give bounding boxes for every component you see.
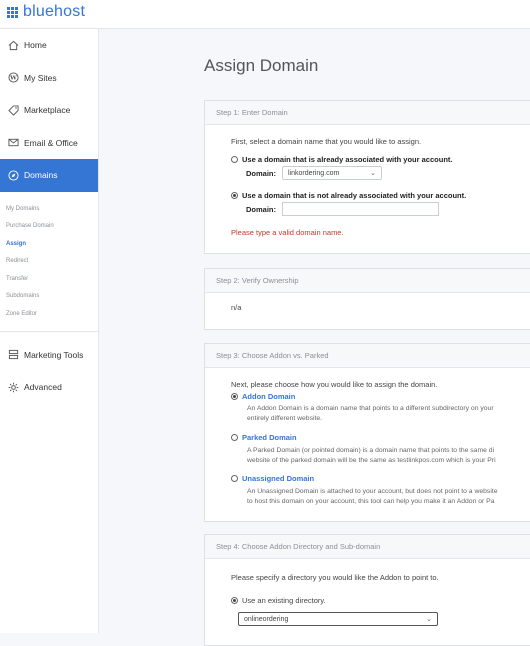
directory-select-value: onlineordering: [244, 616, 289, 623]
new-domain-input[interactable]: [282, 202, 439, 216]
tag-icon: [7, 104, 19, 116]
sidebar-item-marketing-tools[interactable]: Marketing Tools: [0, 339, 98, 372]
directory-select[interactable]: onlineordering ⌄: [238, 612, 438, 626]
logo-grid-icon: [7, 6, 18, 18]
step2-heading: Step 2: Verify Ownership: [205, 269, 530, 293]
step1-intro: First, select a domain name that you wou…: [231, 137, 422, 146]
subnav-purchase-domain[interactable]: Purchase Domain: [6, 218, 98, 236]
unassigned-desc-line1: An Unassigned Domain is attached to your…: [247, 488, 498, 495]
parked-desc-line1: A Parked Domain (or pointed domain) is a…: [247, 447, 495, 454]
parked-radio[interactable]: [231, 433, 238, 441]
unassigned-option[interactable]: Unassigned Domain: [231, 474, 314, 483]
option2-domain-label: Domain:: [246, 205, 276, 214]
step4-intro: Please specify a directory you would lik…: [231, 573, 439, 582]
unassigned-domain-link[interactable]: Unassigned Domain: [242, 474, 314, 483]
sidebar-item-marketplace[interactable]: Marketplace: [0, 94, 98, 127]
unassigned-radio[interactable]: [231, 474, 238, 482]
ownership-value: n/a: [231, 303, 242, 312]
step3-intro: Next, please choose how you would like t…: [231, 380, 438, 389]
option2-radio[interactable]: [231, 191, 238, 199]
sidebar-item-label: My Sites: [24, 72, 57, 83]
compass-icon: [7, 169, 19, 181]
parked-domain-link[interactable]: Parked Domain: [242, 433, 297, 442]
subnav-my-domains[interactable]: My Domains: [6, 201, 98, 219]
parked-desc-line2: website of the parked domain will be the…: [247, 457, 496, 464]
unassigned-desc-line2: to host this domain on your account, thi…: [247, 498, 495, 505]
step3-panel: Step 3: Choose Addon vs. Parked Next, pl…: [204, 343, 530, 522]
sidebar-item-home[interactable]: Home: [0, 29, 98, 62]
subnav-zone-editor[interactable]: Zone Editor: [6, 306, 98, 324]
subnav-redirect[interactable]: Redirect: [6, 253, 98, 271]
svg-text:W: W: [9, 75, 17, 82]
sidebar-item-label: Marketplace: [24, 105, 71, 116]
addon-radio[interactable]: [231, 392, 238, 400]
existing-domain-value: linkordering.com: [288, 170, 340, 177]
sidebar-item-email-office[interactable]: Email & Office: [0, 127, 98, 160]
subnav-subdomains[interactable]: Subdomains: [6, 288, 98, 306]
sidebar-item-my-sites[interactable]: W My Sites: [0, 62, 98, 95]
sidebar: Home W My Sites Marketplace Email & Offi…: [0, 29, 99, 633]
addon-desc-line2: entirely different website.: [247, 415, 323, 422]
option1-label: Use a domain that is already associated …: [242, 155, 453, 164]
existing-domain-select[interactable]: linkordering.com ⌄: [282, 166, 382, 180]
step2-panel: Step 2: Verify Ownership n/a: [204, 268, 530, 330]
option1-radio[interactable]: [231, 155, 238, 163]
step4-panel: Step 4: Choose Addon Directory and Sub-d…: [204, 534, 530, 646]
sidebar-item-label: Advanced: [24, 382, 62, 393]
step1-panel: Step 1: Enter Domain First, select a dom…: [204, 100, 530, 254]
home-icon: [7, 39, 19, 51]
addon-option[interactable]: Addon Domain: [231, 392, 295, 401]
domain-error-message: Please type a valid domain name.: [231, 228, 344, 237]
logo-text: bluehost: [23, 3, 86, 20]
sidebar-item-label: Marketing Tools: [24, 349, 84, 360]
step4-heading: Step 4: Choose Addon Directory and Sub-d…: [205, 535, 530, 559]
option1-domain-label: Domain:: [246, 169, 276, 178]
addon-domain-link[interactable]: Addon Domain: [242, 392, 295, 401]
sidebar-item-advanced[interactable]: Advanced: [0, 371, 98, 404]
top-bar: bluehost: [0, 0, 530, 29]
step1-option1[interactable]: Use a domain that is already associated …: [231, 155, 452, 164]
domains-subnav: My Domains Purchase Domain Assign Redire…: [0, 192, 98, 328]
sidebar-item-domains[interactable]: Domains: [0, 159, 98, 192]
step1-option2[interactable]: Use a domain that is not already associa…: [231, 191, 466, 200]
addon-desc-line1: An Addon Domain is a domain name that po…: [247, 405, 494, 412]
subnav-assign[interactable]: Assign: [6, 236, 98, 254]
chevron-down-icon: ⌄: [426, 616, 432, 623]
chevron-down-icon: ⌄: [370, 170, 376, 177]
step3-heading: Step 3: Choose Addon vs. Parked: [205, 344, 530, 368]
sidebar-item-label: Home: [24, 40, 47, 51]
option2-label: Use a domain that is not already associa…: [242, 191, 467, 200]
main-content: Assign Domain Step 1: Enter Domain First…: [99, 29, 530, 646]
page-title: Assign Domain: [204, 56, 319, 75]
existing-directory-label: Use an existing directory.: [242, 596, 326, 605]
wordpress-icon: W: [7, 72, 19, 84]
existing-directory-option[interactable]: Use an existing directory.: [231, 596, 326, 605]
sidebar-item-label: Email & Office: [24, 137, 78, 148]
server-icon: [7, 349, 19, 361]
parked-option[interactable]: Parked Domain: [231, 433, 297, 442]
gear-icon: [7, 381, 19, 393]
bluehost-logo[interactable]: bluehost: [7, 3, 85, 21]
existing-directory-radio[interactable]: [231, 596, 238, 604]
envelope-icon: [7, 137, 19, 149]
subnav-transfer[interactable]: Transfer: [6, 271, 98, 289]
step1-heading: Step 1: Enter Domain: [205, 101, 530, 125]
sidebar-item-label: Domains: [24, 170, 58, 181]
